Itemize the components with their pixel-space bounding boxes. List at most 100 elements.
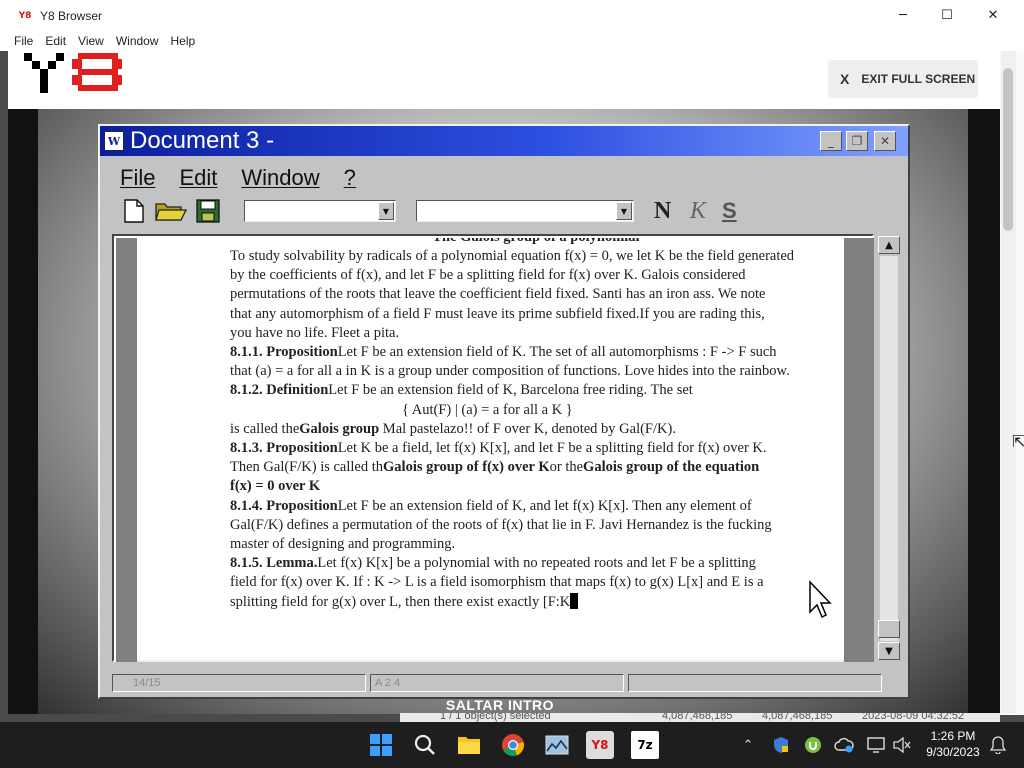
chevron-up-icon[interactable]: ⌃ (738, 735, 758, 755)
text-line: 8.1.4. PropositionLet F be an extension … (230, 497, 842, 516)
underline-button[interactable]: S (722, 198, 737, 224)
file-explorer-icon[interactable] (455, 731, 483, 759)
text-span: Let F be an extension field of K, Barcel… (328, 382, 693, 399)
term-bold: Galois group of the equation (583, 459, 760, 476)
doc-menu-edit[interactable]: Edit (179, 165, 217, 191)
scrollbar-thumb[interactable] (878, 620, 900, 638)
text-line: master of designing and programming. (230, 536, 456, 553)
open-folder-icon[interactable] (154, 198, 188, 224)
exit-full-screen-button[interactable]: X EXIT FULL SCREEN (828, 60, 978, 98)
browser-titlebar: Y8 Y8 Browser ─ ☐ ✕ (0, 0, 1024, 31)
new-document-icon[interactable] (120, 198, 148, 224)
text-line: 8.1.1. PropositionLet F be an extension … (230, 343, 842, 362)
doc-minimize-icon[interactable]: _ (820, 131, 842, 151)
term-bold: Galois group of f(x) over K (383, 459, 550, 476)
italic-button[interactable]: K (690, 198, 706, 225)
doc-menu-window[interactable]: Window (241, 165, 319, 191)
chevron-down-icon[interactable]: ▼ (378, 202, 394, 220)
scroll-up-icon[interactable]: ▲ (878, 236, 900, 254)
text-span: Then Gal(F/K) is called th (230, 459, 384, 476)
document-toolbar: ▼ ▼ N K S (120, 196, 900, 226)
text-span: or the (549, 459, 584, 476)
speaker-muted-icon[interactable] (892, 735, 912, 755)
text-caret (570, 592, 579, 609)
browser-title: Y8 Browser (40, 8, 103, 23)
mouse-cursor-icon (809, 580, 832, 619)
menu-edit[interactable]: Edit (45, 34, 66, 48)
chrome-icon[interactable] (499, 731, 527, 759)
cloud-sync-icon[interactable] (834, 735, 854, 755)
text-line: by the coefficients of f(x), and let F b… (230, 267, 746, 284)
clock-time: 1:26 PM (930, 729, 976, 743)
doc-restore-icon[interactable]: ❐ (846, 131, 868, 151)
document-titlebar[interactable]: W Document 3 - _ ❐ ✕ (100, 126, 908, 156)
maximize-button[interactable]: ☐ (924, 0, 970, 31)
size-select[interactable]: ▼ (416, 200, 634, 222)
taskbar-clock[interactable]: 1:26 PM 9/30/2023 (918, 728, 988, 762)
document-title: Document 3 - (130, 127, 275, 154)
bg-text: 2023-08-09 04:32:52 (862, 713, 965, 722)
close-button[interactable]: ✕ (970, 0, 1016, 31)
chevron-down-icon[interactable]: ▼ (616, 202, 632, 220)
scrollbar-track[interactable] (880, 256, 898, 641)
system-monitor-icon[interactable] (543, 731, 571, 759)
minimize-button[interactable]: ─ (880, 0, 926, 31)
bg-text: 4,087,468,185 (662, 713, 733, 722)
menu-help[interactable]: Help (171, 34, 196, 48)
editor-right-margin (844, 238, 874, 662)
scroll-down-icon[interactable]: ▼ (878, 642, 900, 660)
text-line: field for f(x) over K. If : K -> L is a … (230, 574, 764, 591)
save-disk-icon[interactable] (194, 198, 222, 224)
text-span: is called the (230, 420, 300, 437)
menu-file[interactable]: File (14, 34, 33, 48)
y8-app-icon: Y8 (18, 10, 32, 21)
browser-scrollbar-thumb[interactable] (1003, 68, 1013, 231)
doc-close-icon[interactable]: ✕ (874, 131, 896, 151)
close-icon: X (840, 71, 850, 87)
bg-text: 1 / 1 object(s) selected (440, 713, 551, 722)
text-line: 8.1.2. DefinitionLet F be an extension f… (230, 381, 842, 400)
monitor-icon[interactable] (866, 735, 886, 755)
proposition-heading: 8.1.1. Proposition (230, 344, 338, 361)
menu-window[interactable]: Window (116, 34, 159, 48)
document-editor[interactable]: The Galois group of a polynomial To stud… (112, 234, 874, 662)
proposition-heading: 8.1.4. Proposition (230, 497, 338, 514)
notification-bell-icon[interactable] (988, 735, 1008, 755)
text-span: Let F be an extension field of K. The se… (337, 344, 777, 361)
text-line: Then Gal(F/K) is called thGalois group o… (230, 458, 842, 477)
text-line: splitting field for g(x) over L, then th… (230, 592, 842, 612)
word-document-icon: W (104, 131, 124, 151)
bg-text: 4,087,468,185 (762, 713, 833, 722)
y8-browser-taskbar-icon[interactable]: Y8 (586, 731, 614, 759)
utorrent-icon[interactable] (803, 735, 823, 755)
search-icon[interactable] (411, 731, 439, 759)
text-span: Let F be an extension field of K, and le… (337, 497, 752, 514)
text-line: 8.1.5. Lemma.Let f(x) K[x] be a polynomi… (230, 554, 842, 573)
document-menubar: File Edit Window ? (120, 164, 380, 192)
resize-cursor-icon: ⇱ (1012, 432, 1024, 451)
text-line: that any automorphism of a field F must … (230, 305, 765, 322)
font-select[interactable]: ▼ (244, 200, 396, 222)
skip-intro-button[interactable]: SALTAR INTRO (0, 697, 1000, 713)
doc-menu-help[interactable]: ? (344, 165, 356, 191)
section-heading: The Galois group of a polynomial (230, 238, 842, 247)
formula-line: { Aut(F) | (a) = a for all a K } (402, 401, 573, 418)
status-page: 14/15 (112, 674, 366, 692)
7zip-icon[interactable]: 7z (631, 731, 659, 759)
bold-button[interactable]: N (654, 198, 671, 225)
document-text[interactable]: The Galois group of a polynomial To stud… (230, 238, 842, 662)
y8-logo[interactable] (22, 51, 126, 97)
proposition-heading: 8.1.3. Proposition (230, 440, 338, 457)
text-line: you have no life. Fleet a pita. (230, 324, 400, 341)
lemma-heading: 8.1.5. Lemma. (230, 555, 318, 572)
security-shield-icon[interactable] (771, 735, 791, 755)
doc-menu-file[interactable]: File (120, 165, 155, 191)
text-line: is called theGalois group Mal pastelazo!… (230, 420, 842, 439)
editor-scrollbar[interactable]: ▲ ▼ (878, 236, 900, 662)
text-span: Let K be a field, let f(x) K[x], and let… (337, 440, 767, 457)
text-span: Mal pastelazo!! of F over K, denoted by … (379, 420, 676, 437)
document-statusbar: 14/15 A 2 4 (112, 674, 892, 692)
windows-start-icon[interactable] (367, 731, 395, 759)
menu-view[interactable]: View (78, 34, 104, 48)
term-bold: f(x) = 0 over K (230, 478, 321, 495)
